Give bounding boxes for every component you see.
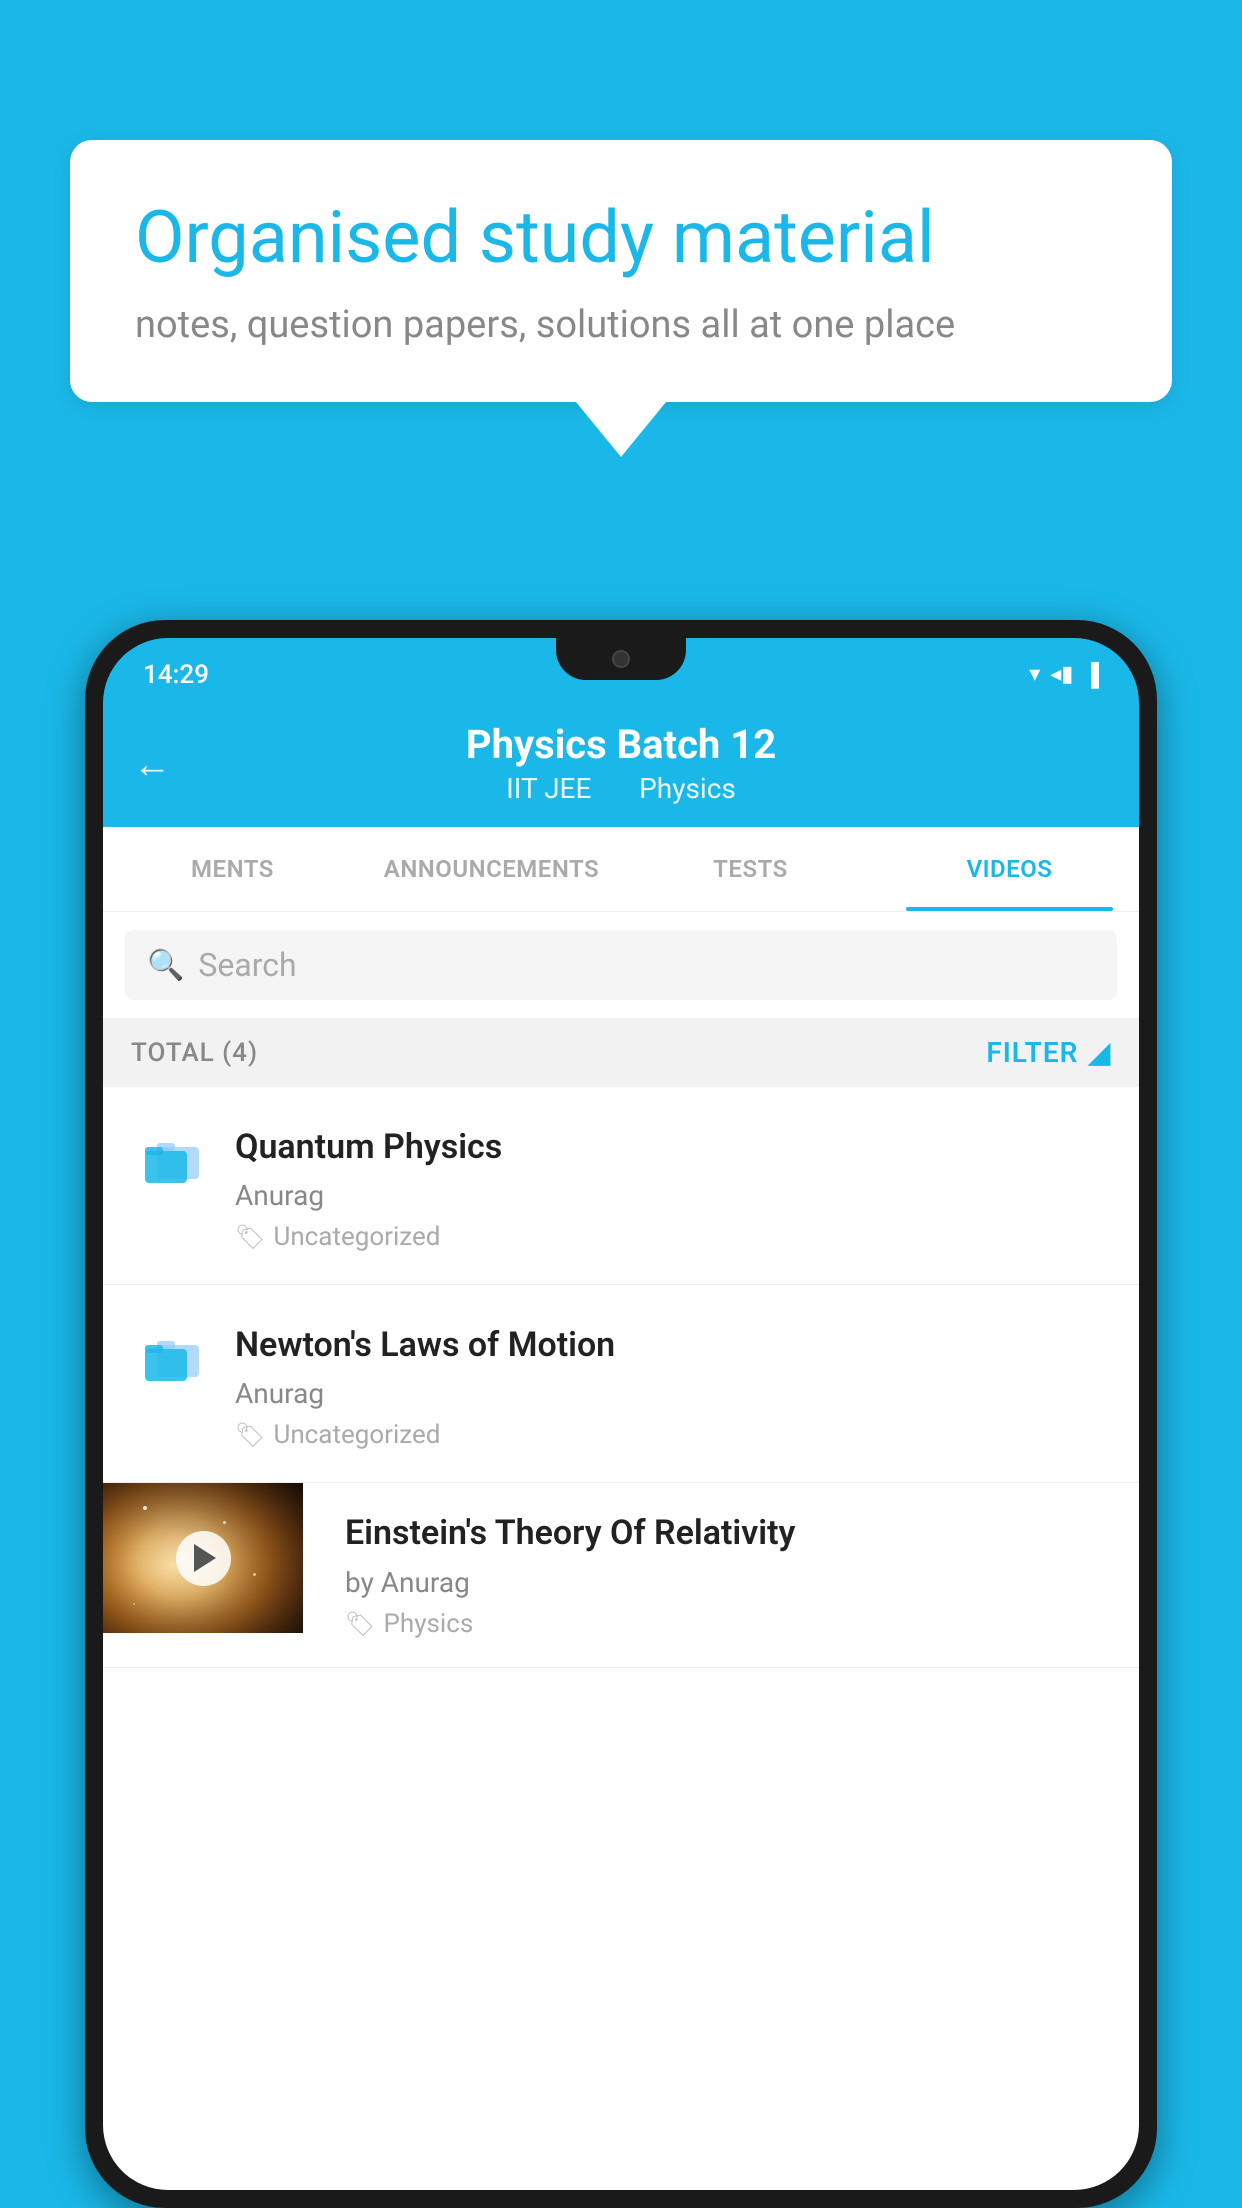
tag-label-einstein: Physics: [383, 1609, 473, 1639]
speech-bubble-arrow: [576, 402, 666, 457]
tab-videos[interactable]: VIDEOS: [880, 827, 1139, 911]
play-button-einstein[interactable]: [176, 1531, 231, 1586]
search-bar[interactable]: 🔍 Search: [125, 930, 1117, 1000]
list-item[interactable]: Quantum Physics Anurag 🏷 Uncategorized: [103, 1087, 1139, 1285]
tab-announcements[interactable]: ANNOUNCEMENTS: [362, 827, 621, 911]
video-title-newton: Newton's Laws of Motion: [235, 1323, 1111, 1367]
phone-notch: [556, 638, 686, 680]
tag-label-newton: Uncategorized: [273, 1420, 440, 1450]
speech-bubble-container: Organised study material notes, question…: [70, 140, 1172, 457]
phone-outer: 14:29 ▾ ◂▮ ▐ ← Physics Batch 12 IIT JEE …: [85, 620, 1157, 2208]
notch-camera: [612, 650, 630, 668]
app-header-subtitle: IIT JEE Physics: [133, 772, 1109, 805]
tag-icon: 🏷: [235, 1223, 265, 1251]
status-time: 14:29: [143, 660, 209, 690]
subtitle-physics: Physics: [639, 772, 736, 805]
wifi-icon: ▾: [1029, 662, 1040, 687]
tabs-bar: MENTS ANNOUNCEMENTS TESTS VIDEOS: [103, 827, 1139, 912]
status-icons: ▾ ◂▮ ▐: [1029, 662, 1099, 688]
video-tag-newton: 🏷 Uncategorized: [235, 1420, 1111, 1450]
video-tag-einstein: 🏷 Physics: [345, 1609, 1083, 1639]
filter-icon: ◢: [1088, 1036, 1111, 1069]
video-title-einstein: Einstein's Theory Of Relativity: [345, 1511, 1083, 1555]
signal-icon: ◂▮: [1050, 662, 1073, 687]
play-triangle-icon: [194, 1544, 216, 1572]
filter-button[interactable]: FILTER ◢: [986, 1036, 1111, 1069]
speech-bubble-subtitle: notes, question papers, solutions all at…: [135, 303, 1107, 347]
video-author-newton: Anurag: [235, 1377, 1111, 1410]
list-item[interactable]: Einstein's Theory Of Relativity by Anura…: [103, 1483, 1139, 1667]
filter-label: FILTER: [986, 1036, 1078, 1069]
search-bar-container: 🔍 Search: [103, 912, 1139, 1018]
video-author-quantum: Anurag: [235, 1179, 1111, 1212]
subtitle-iitjee: IIT JEE: [506, 772, 591, 805]
video-author-einstein: by Anurag: [345, 1566, 1083, 1599]
app-header: ← Physics Batch 12 IIT JEE Physics: [103, 703, 1139, 827]
thumbnail-bg: [103, 1483, 303, 1633]
tab-tests[interactable]: TESTS: [621, 827, 880, 911]
speech-bubble-title: Organised study material: [135, 195, 1107, 281]
search-icon: 🔍: [147, 948, 184, 983]
total-count: TOTAL (4): [131, 1038, 258, 1068]
screen-content: ← Physics Batch 12 IIT JEE Physics MENTS…: [103, 703, 1139, 2190]
tag-icon: 🏷: [235, 1421, 265, 1449]
video-item-info-newton: Newton's Laws of Motion Anurag 🏷 Uncateg…: [235, 1317, 1111, 1450]
search-placeholder: Search: [198, 946, 296, 984]
speech-bubble: Organised study material notes, question…: [70, 140, 1172, 402]
folder-icon-quantum: [131, 1119, 211, 1192]
video-thumbnail-einstein[interactable]: [103, 1483, 303, 1633]
app-header-title: Physics Batch 12: [133, 721, 1109, 768]
tag-label-quantum: Uncategorized: [273, 1222, 440, 1252]
back-button[interactable]: ←: [133, 743, 171, 787]
list-item[interactable]: Newton's Laws of Motion Anurag 🏷 Uncateg…: [103, 1285, 1139, 1483]
battery-icon: ▐: [1083, 662, 1099, 688]
video-title-quantum: Quantum Physics: [235, 1125, 1111, 1169]
filter-bar: TOTAL (4) FILTER ◢: [103, 1018, 1139, 1087]
phone-inner: 14:29 ▾ ◂▮ ▐ ← Physics Batch 12 IIT JEE …: [103, 638, 1139, 2190]
folder-icon-newton: [131, 1317, 211, 1390]
video-item-info-quantum: Quantum Physics Anurag 🏷 Uncategorized: [235, 1119, 1111, 1252]
video-item-info-einstein: Einstein's Theory Of Relativity by Anura…: [327, 1483, 1111, 1666]
tab-ments[interactable]: MENTS: [103, 827, 362, 911]
tag-icon: 🏷: [345, 1610, 375, 1638]
video-list: Quantum Physics Anurag 🏷 Uncategorized: [103, 1087, 1139, 1668]
video-tag-quantum: 🏷 Uncategorized: [235, 1222, 1111, 1252]
phone-container: 14:29 ▾ ◂▮ ▐ ← Physics Batch 12 IIT JEE …: [85, 620, 1157, 2208]
